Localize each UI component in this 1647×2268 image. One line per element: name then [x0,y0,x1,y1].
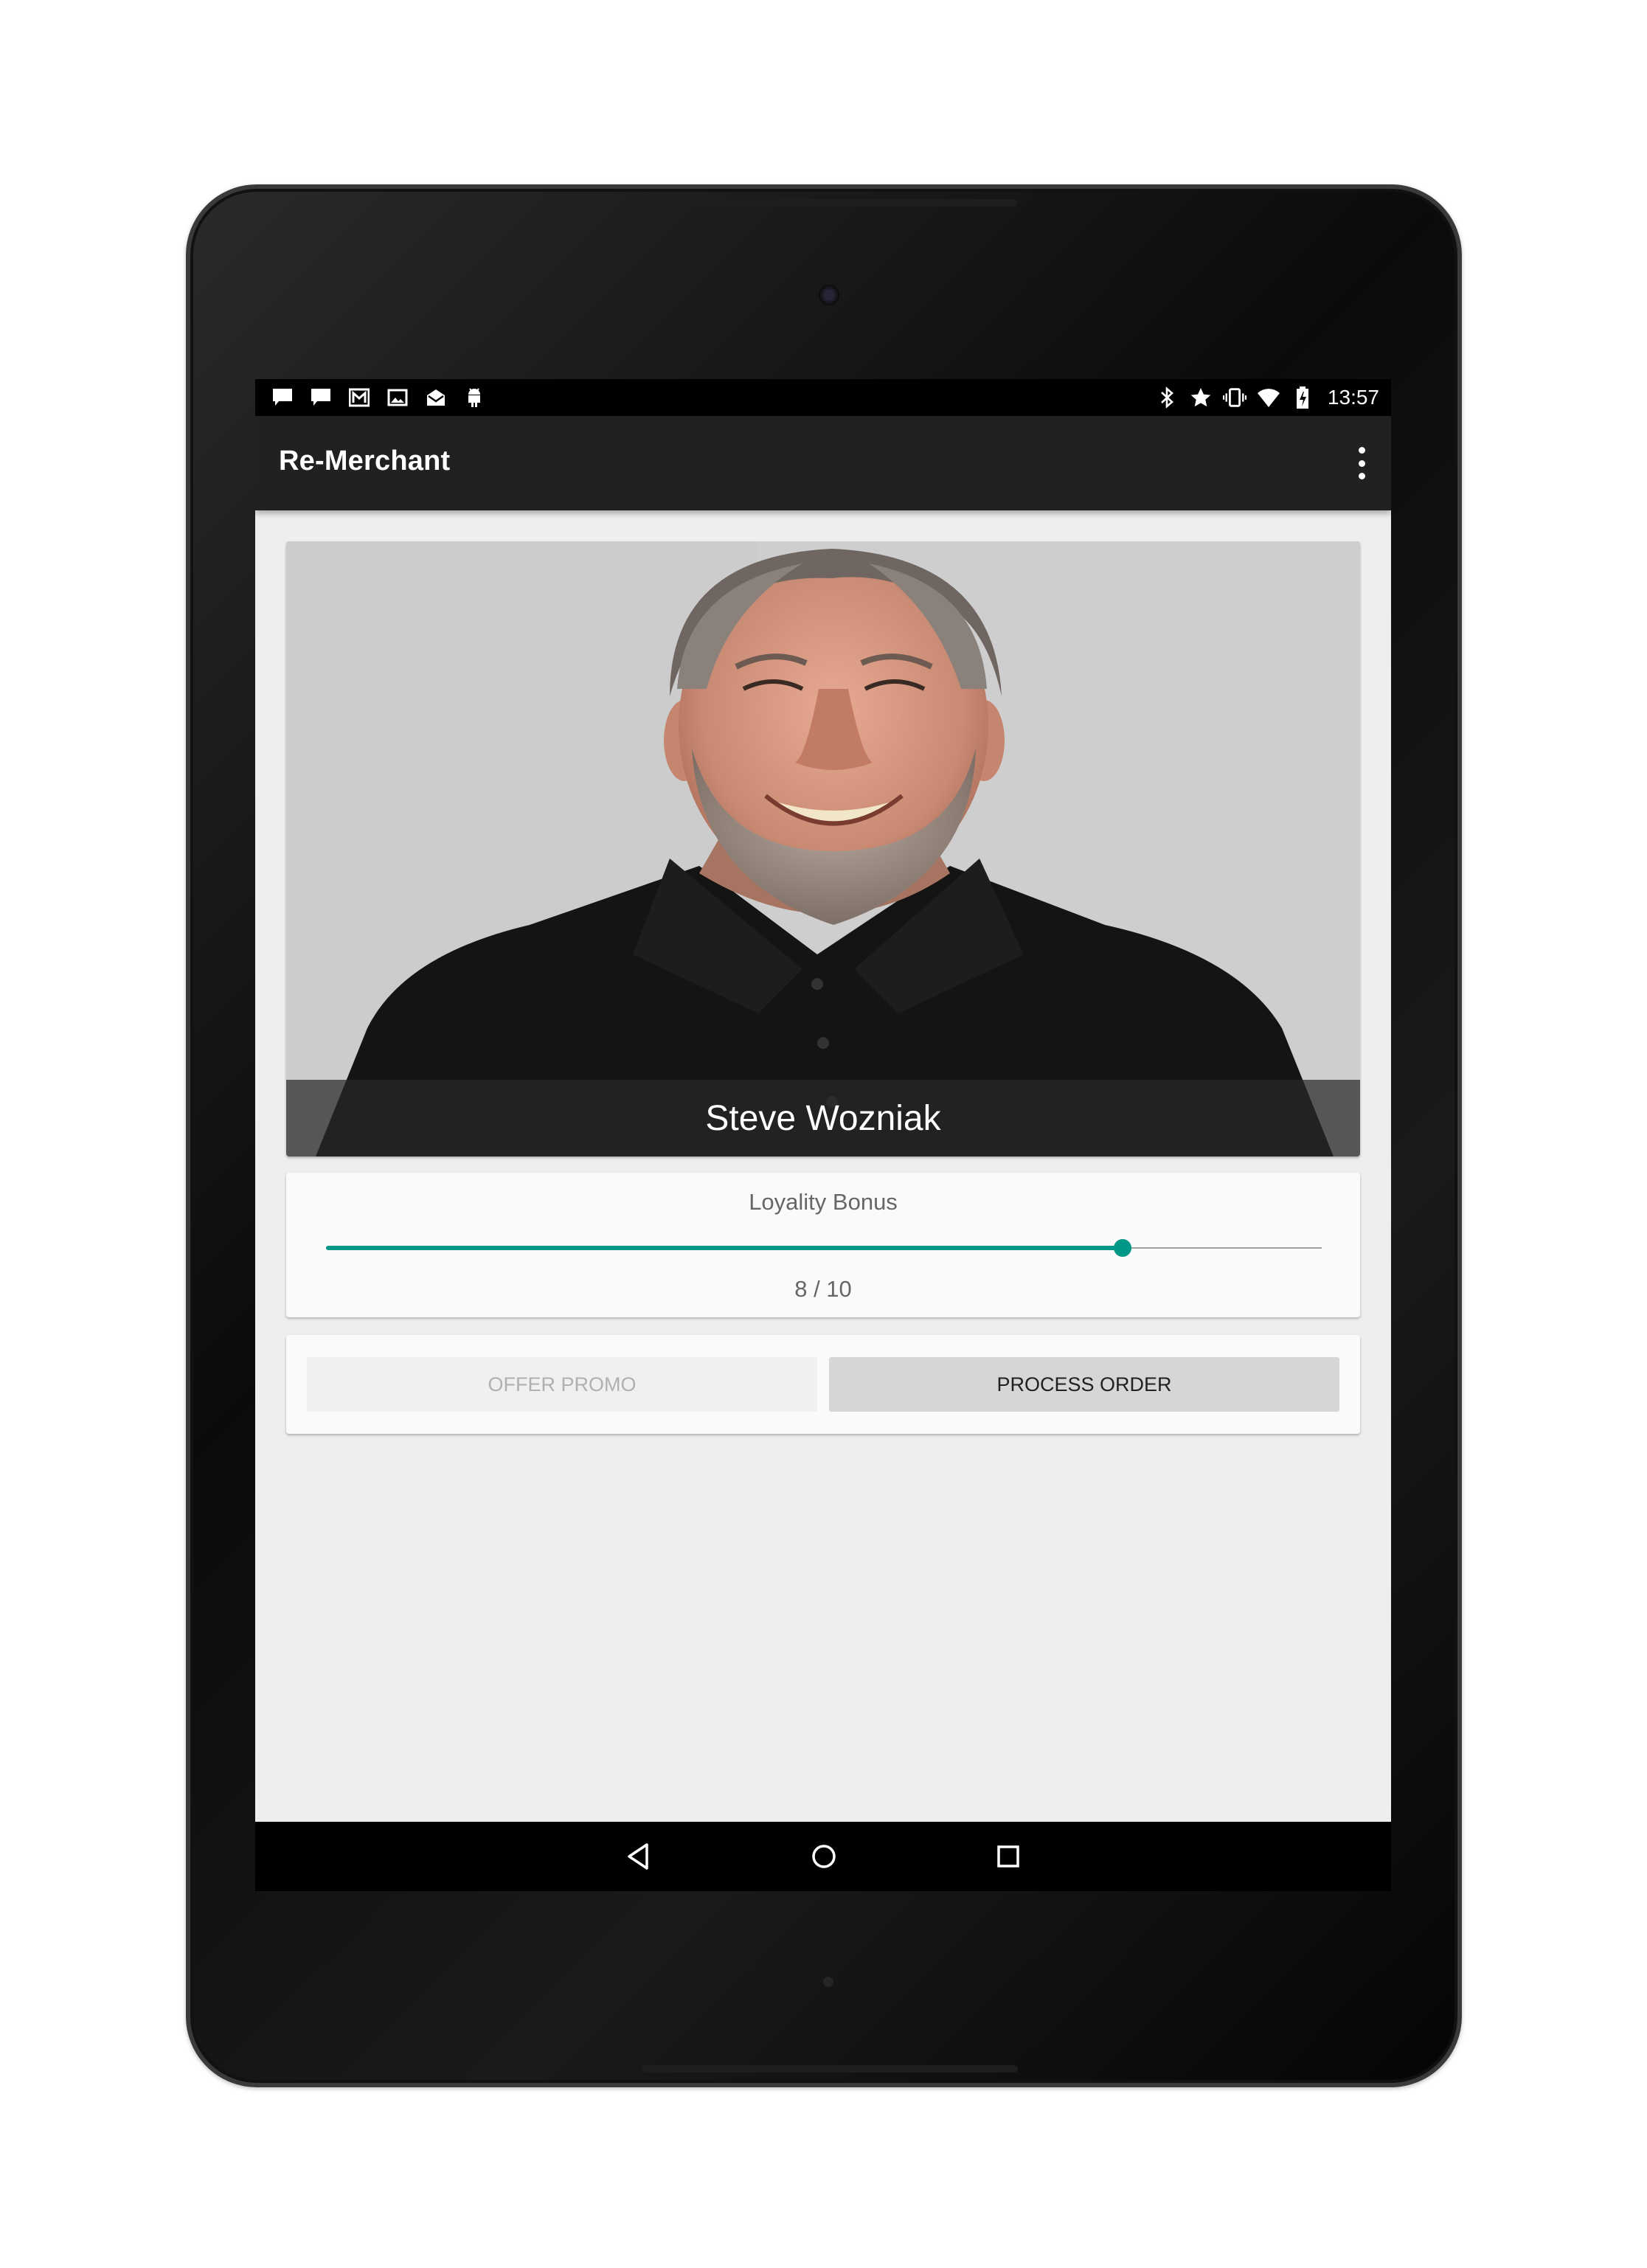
overflow-dot [1358,473,1365,479]
notification-icons [271,386,485,409]
loyalty-bonus-label: Loyality Bonus [749,1189,898,1215]
slider-fill [326,1246,1123,1250]
loyalty-bonus-slider[interactable] [326,1239,1322,1257]
bottom-speaker [642,2065,1018,2073]
customer-card[interactable]: Steve Wozniak [286,541,1360,1156]
vibrate-icon [1222,385,1246,410]
navigation-bar [255,1822,1391,1891]
app-bar: Re-Merchant [255,416,1391,510]
system-icons: 13:57 [1155,385,1379,410]
screen: 13:57 Re-Merchant Steve Wozniak Loyality… [255,379,1391,1891]
slider-thumb[interactable] [1114,1239,1131,1257]
more-vert-icon[interactable] [1354,447,1369,479]
mail-open-icon [425,386,447,409]
page: 13:57 Re-Merchant Steve Wozniak Loyality… [0,0,1647,2268]
customer-name: Steve Wozniak [705,1098,941,1138]
bluetooth-icon [1155,385,1179,410]
customer-photo [286,541,1360,1156]
customer-name-strip: Steve Wozniak [286,1080,1360,1156]
process-order-button[interactable]: PROCESS ORDER [829,1357,1339,1412]
image-icon [386,386,409,409]
front-camera [819,285,839,305]
star-icon [1189,385,1213,410]
clock: 13:57 [1327,386,1379,409]
android-icon [463,386,485,409]
status-bar: 13:57 [255,379,1391,416]
loyalty-bonus-value: 8 / 10 [794,1276,852,1302]
offer-promo-button[interactable]: OFFER PROMO [307,1357,817,1412]
gmail-icon [348,386,370,409]
battery-charging-icon [1291,385,1314,410]
chat-icon [310,386,332,409]
app-title: Re-Merchant [279,445,451,476]
home-icon[interactable] [804,1837,844,1876]
back-icon[interactable] [618,1837,658,1876]
top-speaker [642,199,1018,207]
loyalty-bonus-card: Loyality Bonus 8 / 10 [286,1173,1360,1317]
light-sensor [823,1977,833,1987]
overflow-dot [1358,447,1365,454]
actions-card: OFFER PROMO PROCESS ORDER [286,1335,1360,1434]
recents-icon[interactable] [988,1837,1028,1876]
overflow-dot [1358,460,1365,467]
wifi-icon [1257,385,1280,410]
content-area: Steve Wozniak Loyality Bonus 8 / 10 OFFE… [255,510,1391,1823]
chat-icon [271,386,294,409]
